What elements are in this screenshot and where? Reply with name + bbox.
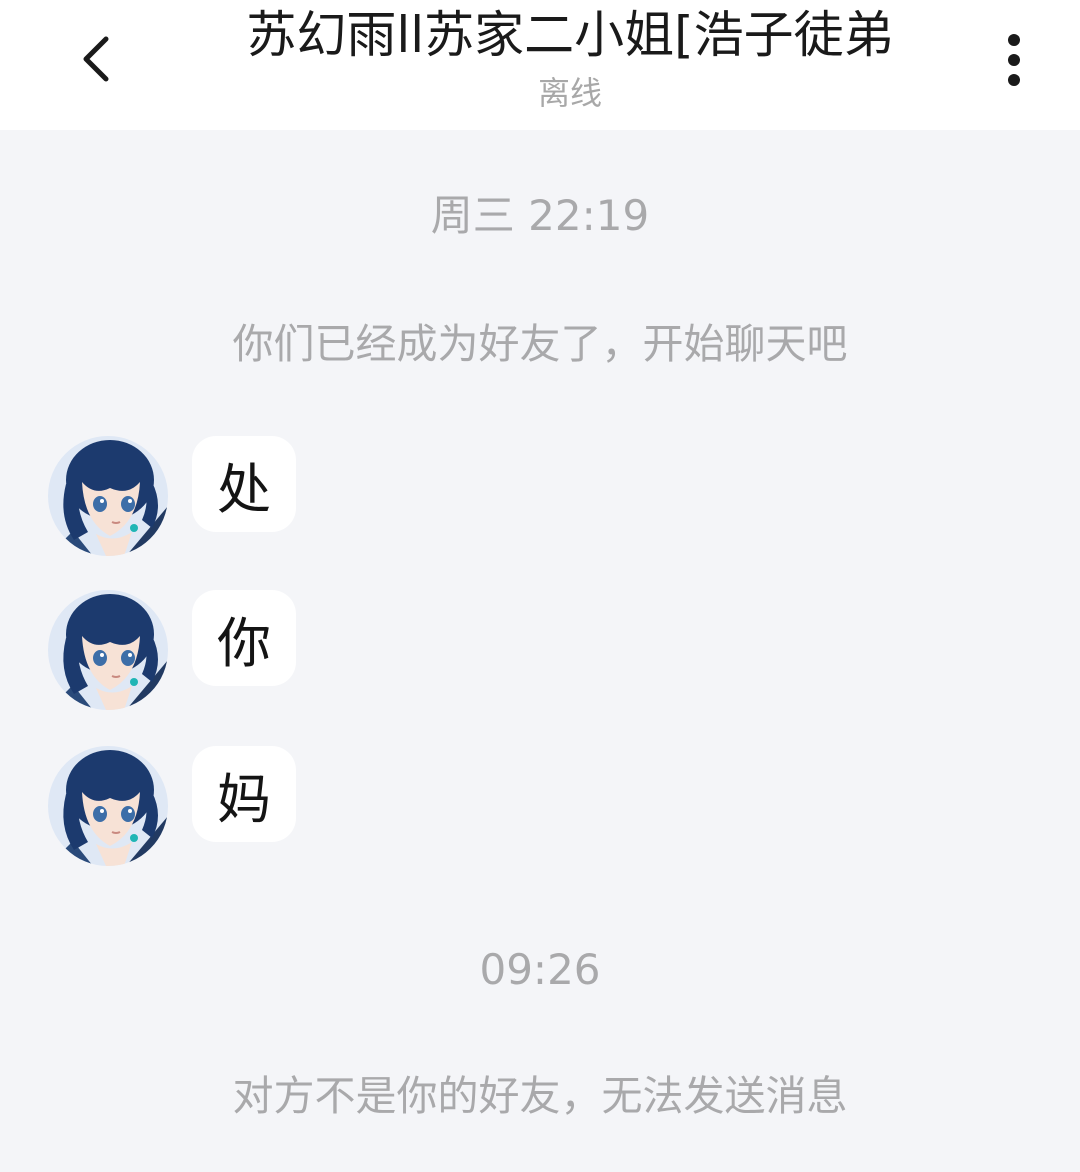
chat-header: 苏幻雨ll苏家二小姐[浩子徒弟 离线 <box>0 0 1080 130</box>
contact-avatar[interactable] <box>48 590 168 710</box>
contact-status: 离线 <box>537 74 602 112</box>
message-bubble[interactable]: 处 <box>192 436 296 532</box>
timestamp: 周三 22:19 <box>430 191 650 240</box>
contact-avatar[interactable] <box>48 436 168 556</box>
message-bubble[interactable]: 妈 <box>192 746 296 842</box>
system-message: 你们已经成为好友了，开始聊天吧 <box>232 320 848 368</box>
message-row: 处 <box>0 436 1080 558</box>
message-row: 妈 <box>0 746 1080 868</box>
contact-avatar[interactable] <box>48 746 168 866</box>
system-message: 对方不是你的好友，无法发送消息 <box>232 1072 848 1120</box>
back-button[interactable] <box>64 24 128 94</box>
timestamp: 09:26 <box>479 945 601 994</box>
more-vertical-icon <box>1008 34 1020 86</box>
chevron-left-icon <box>83 36 109 82</box>
more-options-button[interactable] <box>984 24 1044 96</box>
message-row: 你 <box>0 590 1080 712</box>
contact-name-title: 苏幻雨ll苏家二小姐[浩子徒弟 <box>246 6 894 64</box>
message-bubble[interactable]: 你 <box>192 590 296 686</box>
